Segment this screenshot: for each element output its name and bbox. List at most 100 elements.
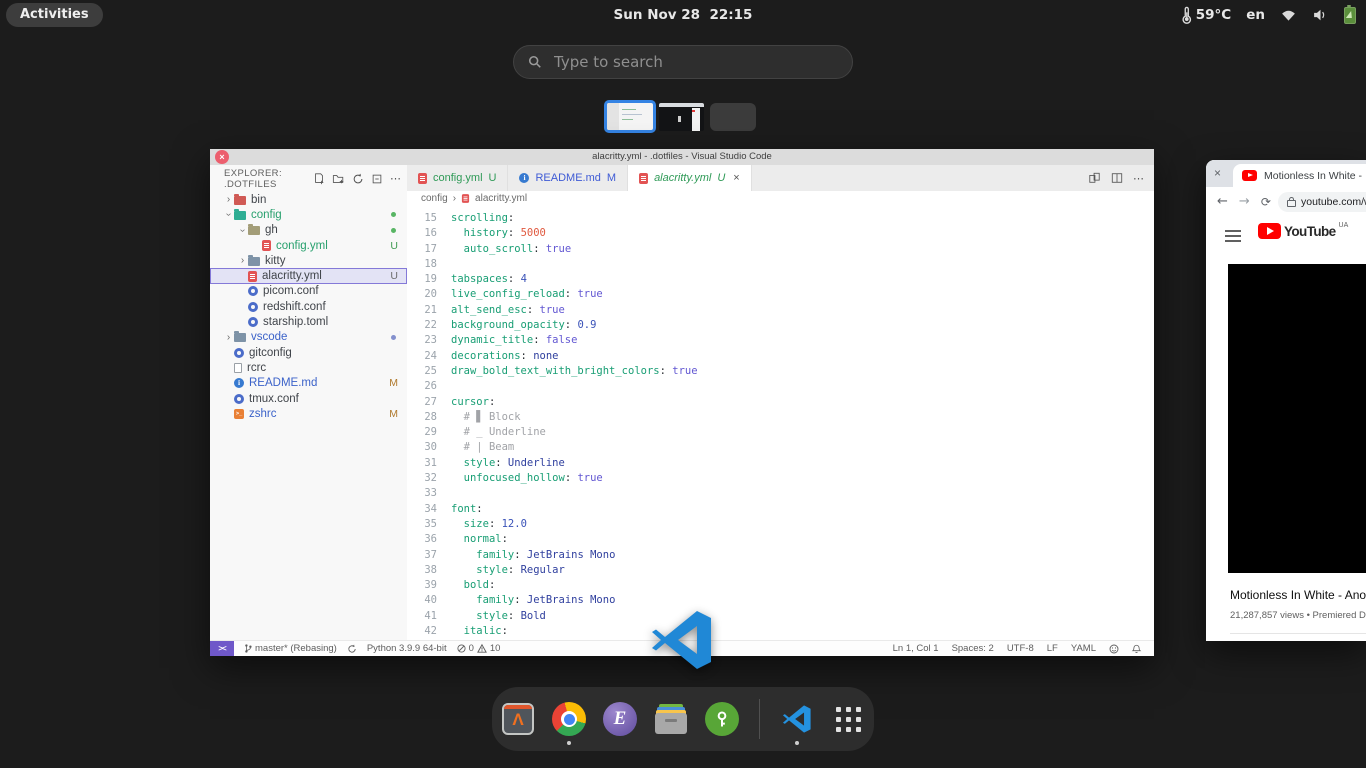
youtube-tab[interactable]: Motionless In White -: [1233, 164, 1366, 187]
close-tab-icon[interactable]: ×: [733, 172, 739, 184]
code-line-38[interactable]: 38 style: Regular: [407, 563, 1154, 578]
chevron-down-icon[interactable]: ›: [223, 209, 234, 220]
new-file-icon[interactable]: [313, 173, 325, 185]
feedback-icon[interactable]: [1109, 644, 1119, 654]
code-line-28[interactable]: 28 # ▋ Block: [407, 410, 1154, 425]
wifi-icon[interactable]: [1280, 8, 1297, 22]
code-line-15[interactable]: 15scrolling:: [407, 211, 1154, 226]
code-line-33[interactable]: 33: [407, 486, 1154, 501]
chevron-right-icon[interactable]: ›: [223, 194, 234, 205]
tree-item-redshift-conf[interactable]: redshift.conf: [210, 299, 407, 314]
eol-sequence[interactable]: LF: [1047, 643, 1058, 654]
tree-item-kitty[interactable]: ›kitty: [210, 253, 407, 268]
system-status-area[interactable]: 59°C en: [1182, 0, 1356, 30]
dock-item-files[interactable]: [653, 701, 689, 737]
refresh-icon[interactable]: [352, 173, 364, 185]
code-line-21[interactable]: 21alt_send_esc: true: [407, 303, 1154, 318]
chevron-down-icon[interactable]: ›: [237, 225, 248, 236]
code-line-32[interactable]: 32 unfocused_hollow: true: [407, 471, 1154, 486]
code-line-17[interactable]: 17 auto_scroll: true: [407, 242, 1154, 257]
git-branch-status[interactable]: master* (Rebasing): [244, 643, 337, 654]
code-line-25[interactable]: 25draw_bold_text_with_bright_colors: tru…: [407, 364, 1154, 379]
breadcrumb[interactable]: config › alacritty.yml: [407, 191, 1154, 206]
encoding[interactable]: UTF-8: [1007, 643, 1034, 654]
code-line-22[interactable]: 22background_opacity: 0.9: [407, 318, 1154, 333]
open-changes-icon[interactable]: [1088, 172, 1101, 184]
sync-button[interactable]: [347, 644, 357, 654]
python-interpreter[interactable]: Python 3.9.9 64-bit: [367, 643, 447, 654]
tree-item-zshrc[interactable]: zshrcM: [210, 406, 407, 421]
code-line-26[interactable]: 26: [407, 379, 1154, 394]
tab-alacritty-yml[interactable]: alacritty.yml U ×: [628, 165, 752, 191]
tree-item-rcrc[interactable]: rcrc: [210, 360, 407, 375]
vscode-title-bar[interactable]: alacritty.yml - .dotfiles - Visual Studi…: [210, 149, 1154, 165]
dock-item-app-grid[interactable]: [830, 701, 866, 737]
overview-search[interactable]: [513, 45, 853, 79]
split-editor-icon[interactable]: [1111, 172, 1123, 184]
collapse-all-icon[interactable]: [371, 173, 383, 185]
language-mode[interactable]: YAML: [1071, 643, 1096, 654]
dock-item-keepassxc[interactable]: [704, 701, 740, 737]
dock-item-emacs[interactable]: E: [602, 701, 638, 737]
code-line-16[interactable]: 16 history: 5000: [407, 226, 1154, 241]
clock[interactable]: Sun Nov 28 22:15: [0, 0, 1366, 30]
code-line-27[interactable]: 27cursor:: [407, 395, 1154, 410]
chrome-window[interactable]: × Motionless In White - ← → ⟳ youtube.co…: [1206, 160, 1366, 641]
volume-icon[interactable]: [1312, 8, 1329, 22]
video-player[interactable]: [1228, 264, 1366, 573]
code-line-41[interactable]: 41 style: Bold: [407, 609, 1154, 624]
battery-charging-icon[interactable]: [1344, 7, 1356, 24]
chevron-right-icon[interactable]: ›: [223, 332, 234, 343]
code-line-29[interactable]: 29 # _ Underline: [407, 425, 1154, 440]
menu-hamburger-icon[interactable]: [1225, 230, 1241, 232]
tab-readme-md[interactable]: README.md M: [508, 165, 628, 191]
tree-item-alacritty-yml[interactable]: alacritty.ymlU: [210, 268, 407, 283]
tab-close-icon[interactable]: ×: [1214, 166, 1221, 180]
chevron-right-icon[interactable]: ›: [237, 255, 248, 266]
dock-item-alacritty[interactable]: Λ: [500, 701, 536, 737]
code-line-40[interactable]: 40 family: JetBrains Mono: [407, 593, 1154, 608]
indentation[interactable]: Spaces: 2: [952, 643, 994, 654]
new-folder-icon[interactable]: [332, 173, 345, 185]
search-input[interactable]: [552, 52, 816, 72]
code-line-20[interactable]: 20live_config_reload: true: [407, 287, 1154, 302]
tree-item-tmux-conf[interactable]: tmux.conf: [210, 391, 407, 406]
back-button[interactable]: ←: [1217, 194, 1228, 209]
more-actions-icon[interactable]: ⋯: [390, 172, 401, 185]
code-line-30[interactable]: 30 # | Beam: [407, 440, 1154, 455]
tree-item-vscode[interactable]: ›vscode: [210, 330, 407, 345]
vscode-window[interactable]: alacritty.yml - .dotfiles - Visual Studi…: [210, 149, 1154, 656]
dock-item-chrome[interactable]: [551, 701, 587, 737]
code-line-19[interactable]: 19tabspaces: 4: [407, 272, 1154, 287]
tree-item-gh[interactable]: ›gh: [210, 223, 407, 238]
code-line-39[interactable]: 39 bold:: [407, 578, 1154, 593]
workspace-thumbnail-empty[interactable]: [710, 103, 756, 131]
keyboard-layout[interactable]: en: [1246, 7, 1265, 23]
tree-item-gitconfig[interactable]: gitconfig: [210, 345, 407, 360]
code-editor[interactable]: 15scrolling:16 history: 500017 auto_scro…: [407, 206, 1154, 640]
tree-item-starship-toml[interactable]: starship.toml: [210, 314, 407, 329]
cursor-position[interactable]: Ln 1, Col 1: [893, 643, 939, 654]
tree-item-readme-md[interactable]: README.mdM: [210, 376, 407, 391]
workspace-thumbnail-youtube[interactable]: [659, 103, 704, 131]
code-line-23[interactable]: 23dynamic_title: false: [407, 333, 1154, 348]
close-window-icon[interactable]: ×: [215, 150, 229, 164]
code-line-34[interactable]: 34font:: [407, 502, 1154, 517]
tree-item-config[interactable]: ›config: [210, 207, 407, 222]
workspace-thumbnail-active[interactable]: [604, 100, 656, 133]
vscode-logo-icon[interactable]: [650, 608, 714, 672]
remote-indicator[interactable]: ><: [210, 641, 234, 656]
more-actions-icon[interactable]: ⋯: [1133, 172, 1144, 185]
code-line-18[interactable]: 18: [407, 257, 1154, 272]
tree-item-picom-conf[interactable]: picom.conf: [210, 284, 407, 299]
code-line-37[interactable]: 37 family: JetBrains Mono: [407, 548, 1154, 563]
code-line-35[interactable]: 35 size: 12.0: [407, 517, 1154, 532]
tree-item-config-yml[interactable]: config.ymlU: [210, 238, 407, 253]
code-line-24[interactable]: 24decorations: none: [407, 349, 1154, 364]
code-line-31[interactable]: 31 style: Underline: [407, 456, 1154, 471]
code-line-42[interactable]: 42 italic:: [407, 624, 1154, 639]
reload-button[interactable]: ⟳: [1261, 195, 1271, 209]
notifications-bell-icon[interactable]: [1132, 644, 1141, 654]
tab-config-yml[interactable]: config.yml U: [407, 165, 508, 191]
tree-item-bin[interactable]: ›bin: [210, 192, 407, 207]
